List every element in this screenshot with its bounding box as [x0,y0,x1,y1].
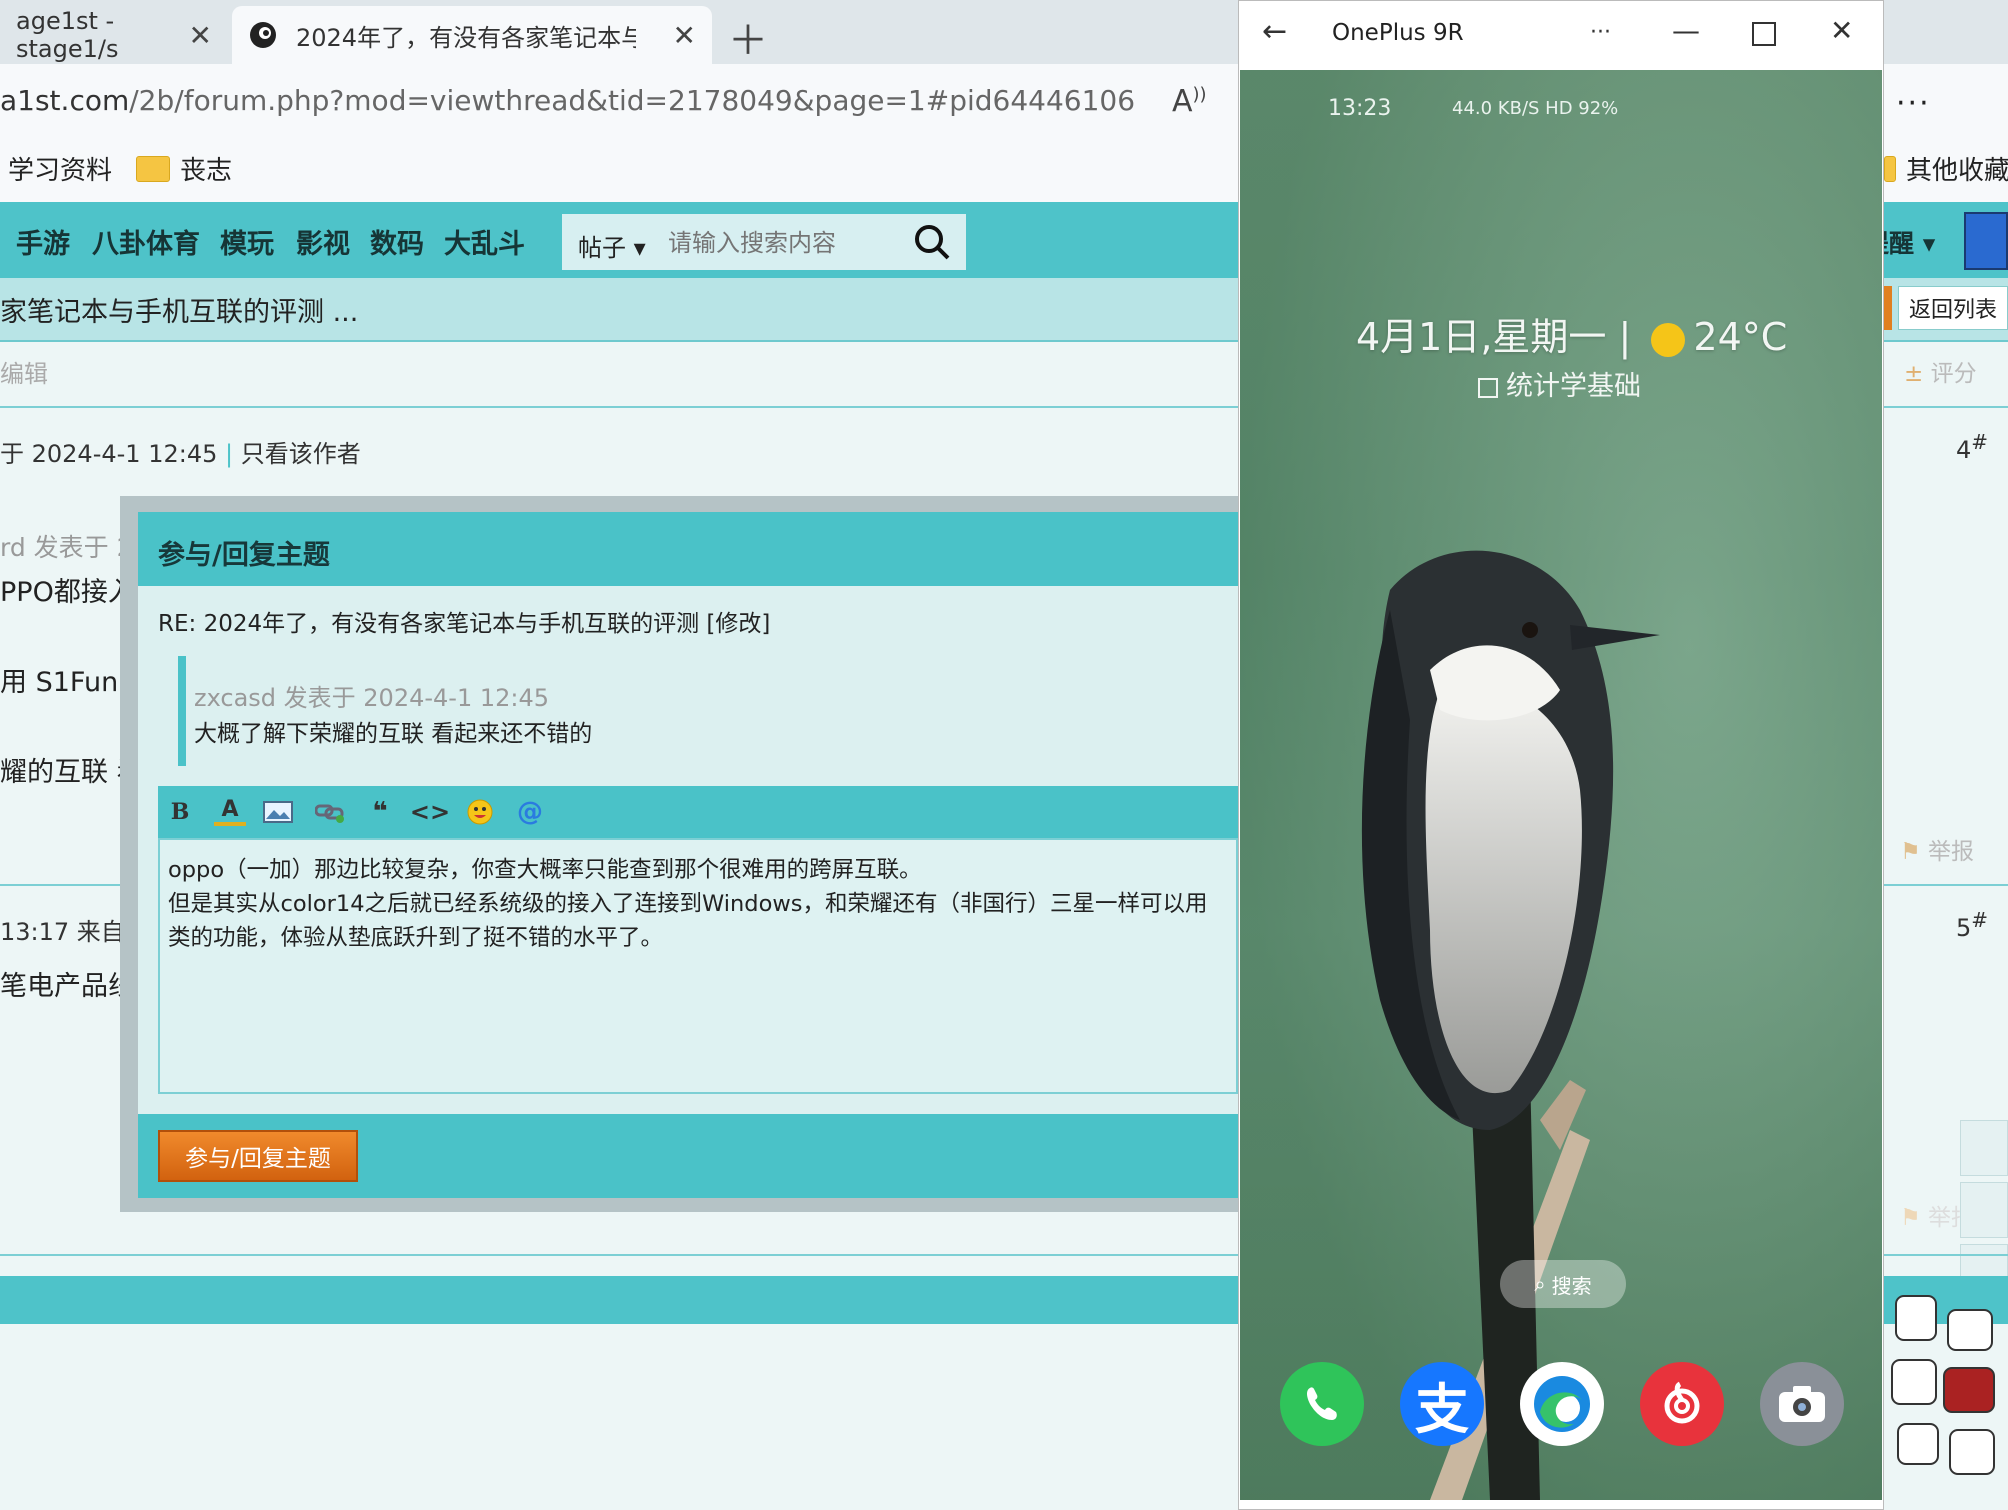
edge-app-icon[interactable] [1520,1362,1604,1446]
modal-title: 参与/回复主题 [158,540,330,571]
browser-tab-active[interactable]: 2024年了，有没有各家笔记本与手 ✕ [232,6,712,64]
nav-item-digital[interactable]: 数码 [370,222,424,261]
url-host: a1st.com [0,84,130,117]
bookmark-label: 其他收藏 [1906,156,2008,186]
quote-text: 大概了解下荣耀的互联 看起来还不错的 [194,721,593,747]
tab-title: age1st - stage1/s [16,7,119,63]
post-time: 于 2024-4-1 12:45 [0,440,218,468]
nav-item-brawl[interactable]: 大乱斗 [444,222,525,261]
code-icon[interactable]: <> [410,796,450,828]
edit-link[interactable]: 编辑 [0,354,48,389]
back-to-list-button[interactable]: 返回列表 [1898,286,2008,330]
floor-number: 5# [1956,908,1989,942]
report-link[interactable]: ⚑ 举报 [1900,832,1974,866]
mention-icon[interactable]: @ [514,796,546,828]
netease-music-app-icon[interactable] [1640,1362,1724,1446]
lockscreen-date-weather: 4月1日,星期一 | 24°C [1356,306,1787,361]
nav-item-gossip-sports[interactable]: 八卦体育 [92,222,200,261]
reply-subject: RE: 2024年了，有没有各家笔记本与手机互联的评测 [修改] [158,611,771,637]
quote-meta: zxcasd 发表于 2024-4-1 12:45 [194,684,550,712]
tab-close-icon[interactable]: ✕ [189,19,212,52]
read-aloud-icon[interactable]: A)) [1172,84,1207,119]
temperature: 24°C [1693,315,1788,359]
status-indicators: 44.0 KB/S HD 92% [1452,98,1619,119]
tab-title: 2024年了，有没有各家笔记本与手 [296,23,636,52]
write-post-icon[interactable] [1960,1120,2008,1176]
url-field[interactable]: a1st.com/2b/forum.php?mod=viewthread&tid… [0,84,1135,117]
post-text-fragment: PPO都接入 [0,577,135,608]
phone-window-title: OnePlus 9R [1332,20,1464,46]
back-arrow-icon[interactable]: ← [1262,14,1287,49]
url-path: /2b/forum.php?mod=viewthread&tid=2178049… [129,84,1136,117]
camera-app-icon[interactable] [1760,1362,1844,1446]
floor-number: 4# [1956,430,1989,464]
minimize-icon[interactable]: — [1672,14,1700,47]
calendar-event: 统计学基础 [1506,371,1641,402]
bookmark-folder[interactable]: 其他收藏 [1884,150,2008,187]
bookmark-label: 丧志 [180,156,233,186]
editor-line: 类的功能，体验从垫底跃升到了挺不错的水平了。 [168,925,664,951]
user-avatar[interactable] [1964,212,2008,270]
editor-line: oppo（一加）那边比较复杂，你查大概率只能查到那个很难用的跨屏互联。 [168,857,922,883]
browser-tab[interactable]: age1st - stage1/s ✕ [0,6,228,64]
image-icon[interactable] [262,796,294,828]
search-input[interactable] [666,226,910,262]
editor-line: 但是其实从color14之后就已经系统级的接入了连接到Windows，和荣耀还有… [168,891,1208,917]
rate-label: 评分 [1930,361,1977,387]
folder-icon [1884,155,1896,182]
thread-title: 家笔记本与手机互联的评测 ... [0,297,359,328]
site-favicon-icon [250,22,276,48]
floor-number-text: 4 [1956,436,1972,464]
sun-icon [1651,322,1686,357]
nav-item-movies[interactable]: 影视 [296,222,350,261]
status-time: 13:23 [1328,96,1392,121]
link-icon[interactable] [314,796,346,828]
post-text-fragment: 笔电产品线 [0,971,135,1002]
submit-reply-button[interactable]: 参与/回复主题 [158,1130,358,1182]
more-options-icon[interactable]: ··· [1590,20,1611,45]
bookmark-item[interactable]: 学习资料 [8,150,112,187]
maximize-icon[interactable] [1752,22,1776,46]
alipay-app-icon[interactable]: 支 [1400,1362,1484,1446]
search-scope-select[interactable]: 帖子 ▾ [578,228,646,263]
calendar-widget[interactable]: 统计学基础 [1478,364,1641,403]
bookmark-folder[interactable]: 丧志 [136,150,232,187]
search-icon: ⌕ [1534,1272,1546,1296]
floor-number-text: 5 [1956,914,1972,942]
phone-app-icon[interactable] [1280,1362,1364,1446]
calendar-icon [1478,377,1498,398]
only-author-link[interactable]: 只看该作者 [241,440,361,468]
date-weekday: 4月1日,星期一 | [1356,315,1644,359]
tab-close-icon[interactable]: ✕ [673,19,696,52]
remind-menu[interactable]: 提醒 ▾ [1864,224,1935,260]
sticker-decoration [1888,1290,2008,1500]
new-tab-plus-icon[interactable]: ＋ [728,8,768,66]
back-to-top-icon[interactable] [1960,1182,2008,1238]
window-close-icon[interactable]: ✕ [1830,14,1853,47]
bold-icon[interactable]: B [164,796,196,828]
search-scope-label: 帖子 [578,234,626,262]
more-menu-icon[interactable]: ··· [1896,86,1931,121]
quote-bar [178,656,186,766]
bookmark-label: 学习资料 [8,156,113,186]
post-meta: 于 2024-4-1 12:45 | 只看该作者 [0,440,361,468]
phone-search-pill[interactable]: ⌕ 搜索 [1500,1260,1626,1308]
smiley-icon[interactable] [464,796,496,828]
nav-item-mobile-games[interactable]: 手游 [16,222,70,261]
search-icon[interactable] [912,222,952,262]
nav-item-models[interactable]: 模玩 [220,222,274,261]
folder-icon [136,155,170,182]
quote-icon[interactable]: ❝ [364,796,396,828]
rate-link[interactable]: ± 评分 [1904,354,1977,388]
report-label: 举报 [1927,839,1974,865]
phone-search-label: 搜索 [1551,1273,1592,1298]
font-color-icon[interactable]: A [214,796,246,826]
